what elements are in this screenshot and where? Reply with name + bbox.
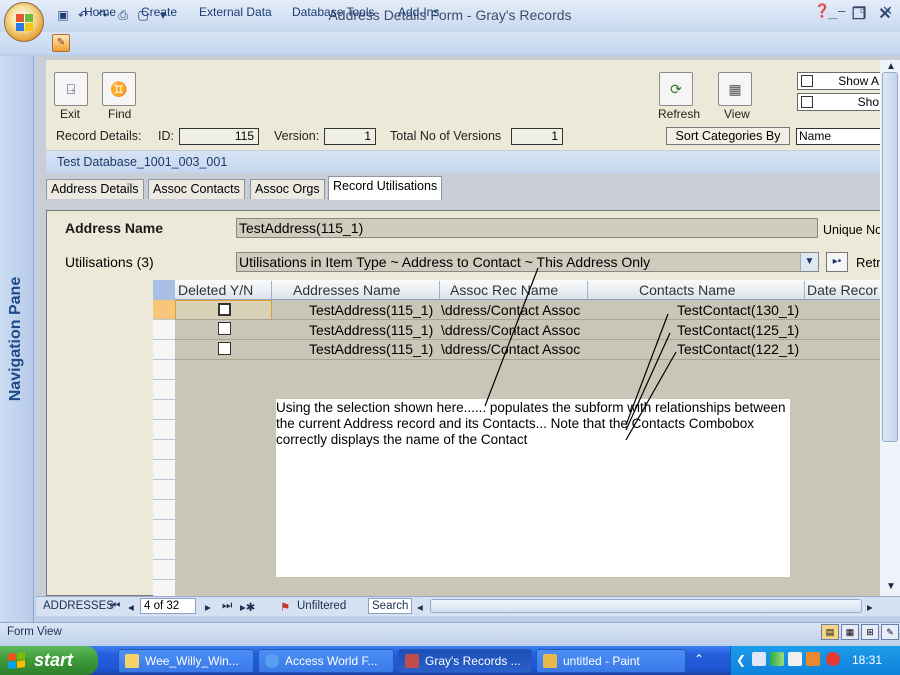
last-record-icon[interactable]: ⏭ <box>222 600 232 613</box>
quick-launch-chevron-icon[interactable]: ⌃ <box>694 652 704 666</box>
scroll-up-icon[interactable]: ▲ <box>886 61 896 72</box>
scroll-right-icon[interactable]: ▸ <box>867 600 873 614</box>
network-icon[interactable] <box>752 652 766 666</box>
task-access[interactable]: Gray's Records ... <box>398 649 532 673</box>
tray-expand-icon[interactable]: ❮ <box>736 653 746 667</box>
current-record-field[interactable]: 4 of 32 <box>140 598 196 614</box>
next-record-icon[interactable]: ▸ <box>205 600 211 614</box>
arrow-to-contact-3 <box>625 351 677 441</box>
horizontal-scroll-thumb[interactable] <box>430 599 862 613</box>
search-field[interactable]: Search <box>368 598 412 614</box>
signal-icon[interactable] <box>770 652 784 666</box>
task-browser[interactable]: Access World F... <box>258 649 394 673</box>
arrow-to-contact-1 <box>625 313 669 426</box>
start-label: start <box>34 650 74 670</box>
filter-status-button[interactable]: Unfiltered <box>297 600 346 612</box>
form-view-icon[interactable]: ▤ <box>821 624 839 640</box>
first-record-icon[interactable]: ⏮ <box>110 600 120 613</box>
design-view-icon[interactable]: ✎ <box>881 624 899 640</box>
task-paint[interactable]: untitled - Paint <box>536 649 686 673</box>
clock[interactable]: 18:31 <box>852 653 882 667</box>
new-record-icon[interactable]: ▸✱ <box>240 600 255 614</box>
antivirus-icon[interactable] <box>826 652 840 666</box>
browser-icon <box>265 654 279 668</box>
scroll-down-icon[interactable]: ▼ <box>886 581 896 592</box>
annotation-arrows <box>484 267 677 441</box>
layout-view-icon[interactable]: ⊞ <box>861 624 879 640</box>
vertical-scroll-thumb[interactable] <box>882 72 898 442</box>
task-explorer[interactable]: Wee_Willy_Win... <box>118 649 254 673</box>
office-button[interactable] <box>4 2 44 42</box>
display-icon[interactable] <box>788 652 802 666</box>
office-logo-icon <box>16 14 34 32</box>
arrow-to-contact-2 <box>625 332 671 431</box>
status-text: Form View <box>7 626 62 638</box>
scroll-left-icon[interactable]: ◂ <box>417 600 423 614</box>
tray-app-icon[interactable] <box>806 652 820 666</box>
paint-icon <box>543 654 557 668</box>
access-icon <box>405 654 419 668</box>
filter-icon: ⚑ <box>280 602 291 614</box>
status-bar <box>0 622 900 644</box>
arrow-to-combo <box>484 267 539 407</box>
datasheet-view-icon[interactable]: ▦ <box>841 624 859 640</box>
windows-flag-icon <box>8 652 26 670</box>
previous-record-icon[interactable]: ◂ <box>128 600 134 614</box>
folder-icon <box>125 654 139 668</box>
object-name-label: ADDRESSES <box>43 600 114 612</box>
